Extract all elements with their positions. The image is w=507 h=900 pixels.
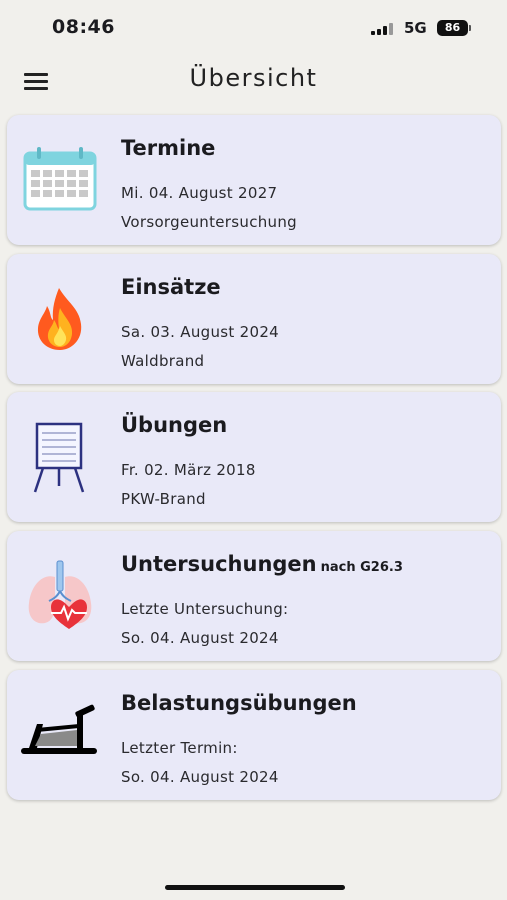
- app-bar: Übersicht: [0, 56, 507, 104]
- card-title: Einsätze: [121, 275, 221, 299]
- lungs-heart-icon: [19, 555, 101, 637]
- card-label: Letzter Termin:: [121, 739, 238, 757]
- treadmill-icon: [19, 694, 101, 776]
- card-belastungsuebungen[interactable]: Belastungsübungen Letzter Termin: So. 04…: [7, 670, 501, 800]
- card-title: Untersuchungen nach G26.3: [121, 552, 403, 576]
- card-date: So. 04. August 2024: [121, 768, 279, 786]
- card-subtitle: Vorsorgeuntersuchung: [121, 213, 297, 231]
- home-indicator[interactable]: [165, 885, 345, 890]
- cellular-signal-icon: [371, 23, 393, 35]
- card-untersuchungen[interactable]: Untersuchungen nach G26.3 Letzte Untersuc…: [7, 531, 501, 661]
- card-title-text: Untersuchungen: [121, 552, 317, 576]
- flipchart-icon: [19, 416, 101, 498]
- fire-icon: [19, 278, 101, 360]
- network-type: 5G: [404, 19, 427, 37]
- card-date: Fr. 02. März 2018: [121, 461, 256, 479]
- battery-tip: [469, 25, 471, 31]
- card-title: Übungen: [121, 413, 228, 437]
- status-time: 08:46: [52, 16, 115, 38]
- card-date: Sa. 03. August 2024: [121, 323, 280, 341]
- card-label: Letzte Untersuchung:: [121, 600, 289, 618]
- card-date: So. 04. August 2024: [121, 629, 279, 647]
- card-title-suffix: nach G26.3: [320, 560, 403, 575]
- page-title: Übersicht: [189, 64, 318, 92]
- card-uebungen[interactable]: Übungen Fr. 02. März 2018 PKW-Brand: [7, 392, 501, 522]
- card-date: Mi. 04. August 2027: [121, 184, 278, 202]
- status-bar: 08:46 5G 86: [0, 0, 507, 56]
- calendar-icon: [19, 139, 101, 221]
- card-subtitle: Waldbrand: [121, 352, 205, 370]
- card-title: Termine: [121, 136, 216, 160]
- card-einsaetze[interactable]: Einsätze Sa. 03. August 2024 Waldbrand: [7, 254, 501, 384]
- card-subtitle: PKW-Brand: [121, 490, 206, 508]
- card-termine[interactable]: Termine Mi. 04. August 2027 Vorsorgeunte…: [7, 115, 501, 245]
- battery-icon: 86: [437, 20, 468, 36]
- card-title: Belastungsübungen: [121, 691, 357, 715]
